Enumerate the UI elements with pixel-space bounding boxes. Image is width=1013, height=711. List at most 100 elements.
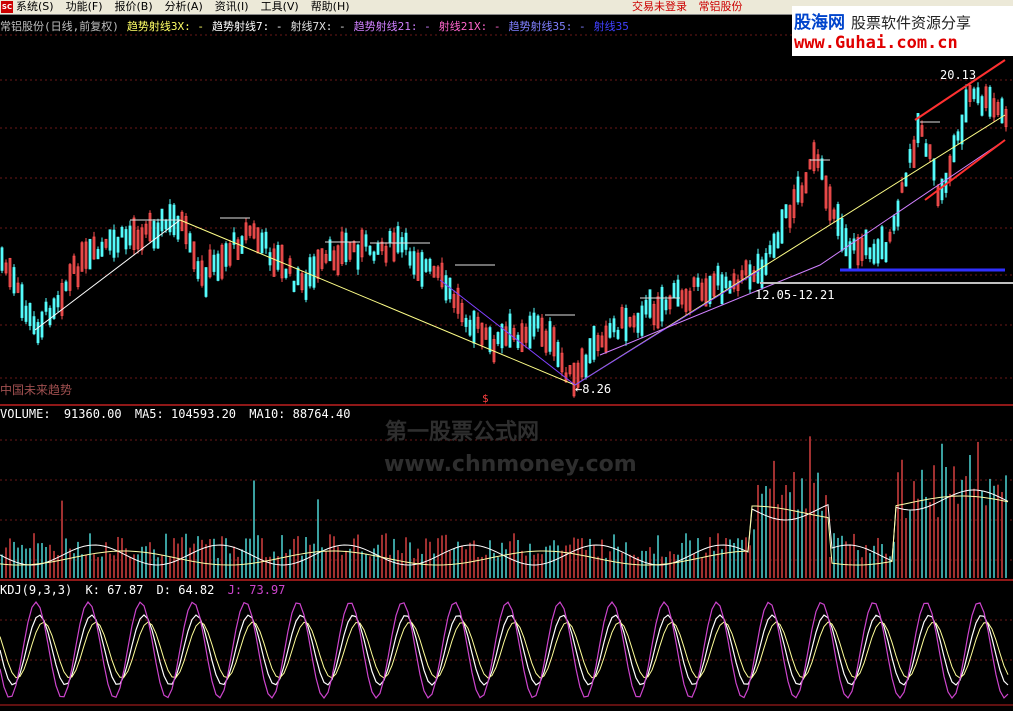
volume-bar [753,529,755,578]
candle-body [292,280,296,292]
volume-bar [857,550,859,578]
volume-bar [701,557,703,578]
candle-body [588,338,592,364]
candle-body [20,284,24,318]
j-text: J: 73.97 [227,583,286,597]
volume-bar [521,550,523,578]
volume-bar [629,554,631,578]
candle-body [960,114,964,145]
volume-bar [5,547,7,578]
volume-bar [813,482,815,578]
volume-bar [805,508,807,578]
candle-body [988,86,992,117]
site-slogan: 股票软件资源分享 [851,14,972,32]
volume-bar [489,540,491,578]
volume-bar [461,545,463,578]
volume-bar [501,542,503,578]
candle-body [952,135,956,163]
volume-bar [445,534,447,578]
volume-bar [897,472,899,578]
volume-bar [905,518,907,578]
volume-bar [25,548,27,578]
volume-bar [913,481,915,578]
volume-bar [849,544,851,578]
candle-body [368,245,372,255]
site-watermark: 股海网 股票软件资源分享 www.Guhai.com.cn [792,6,1013,56]
candle-body [528,315,532,349]
volume-bar [537,553,539,578]
volume-bar [149,542,151,578]
volume-bar [65,538,67,578]
volume-bar [357,534,359,578]
volume-bar [325,551,327,578]
volume-bar [241,549,243,578]
candle-body [128,225,132,246]
candle-body [924,143,928,157]
candle-body [532,312,536,337]
volume-bar [969,455,971,578]
chart-area[interactable] [0,0,1013,711]
candle-body [308,257,312,287]
volume-bar [385,533,387,578]
volume-ma10 [0,495,1009,566]
volume-bar [593,544,595,578]
volume-bar [345,550,347,578]
volume-bar [221,536,223,578]
candle-body [468,319,472,336]
volume-bar [677,554,679,578]
volume-bar [625,542,627,578]
candle-body [548,321,552,352]
volume-bar [869,553,871,578]
volume-bar [789,492,791,578]
volume-bar [793,472,795,578]
candle-body [0,247,4,271]
kdj-name: KDJ(9,3,3) [0,583,73,597]
candle-body [724,276,728,289]
candle-body [424,259,428,272]
candle-body [96,249,100,260]
candle-body [956,131,960,141]
candle-body [780,209,784,244]
volume-bar [121,538,123,578]
candle-body [980,96,984,116]
volume-bar [381,534,383,578]
candle-body [388,231,392,244]
volume-bar [189,547,191,578]
legend-item: 趋势射线21: - [353,20,431,33]
volume-bar [985,505,987,578]
k-text: K: 67.87 [85,583,144,597]
volume-bar [401,553,403,578]
volume-bar [837,537,839,578]
volume-bar [201,539,203,578]
volume-bar [93,554,95,578]
candle-body [56,295,60,308]
volume-bar [341,554,343,578]
candle-body [212,254,216,272]
candle-body [720,274,724,304]
volume-bar [621,552,623,578]
indicator-legend: 趋势射线3X: - 趋势射线7: - 射线7X: - 趋势射线21: - 射线21X: … [127,20,637,33]
candle-body [32,316,36,335]
volume-bar [85,554,87,578]
volume-bar [809,436,811,578]
volume-bar [585,549,587,578]
volume-bar [213,538,215,578]
volume-bar [745,537,747,578]
volume-bar [925,496,927,578]
candle-body [696,277,700,287]
candle-body [868,247,872,260]
candle-body [796,176,800,203]
volume-bar [653,553,655,578]
volume-bar [217,557,219,578]
d-text: D: 64.82 [156,583,215,597]
volume-bar [61,500,63,578]
volume-bar [333,536,335,578]
legend-item: 趋势射线35: - [508,20,586,33]
volume-bar [797,509,799,578]
site-url: www.Guhai.com.cn [794,33,958,53]
candle-body [776,232,780,249]
volume-bar [681,542,683,578]
volume-bar [413,557,415,578]
volume-bar [941,443,943,578]
volume-bar [725,538,727,578]
